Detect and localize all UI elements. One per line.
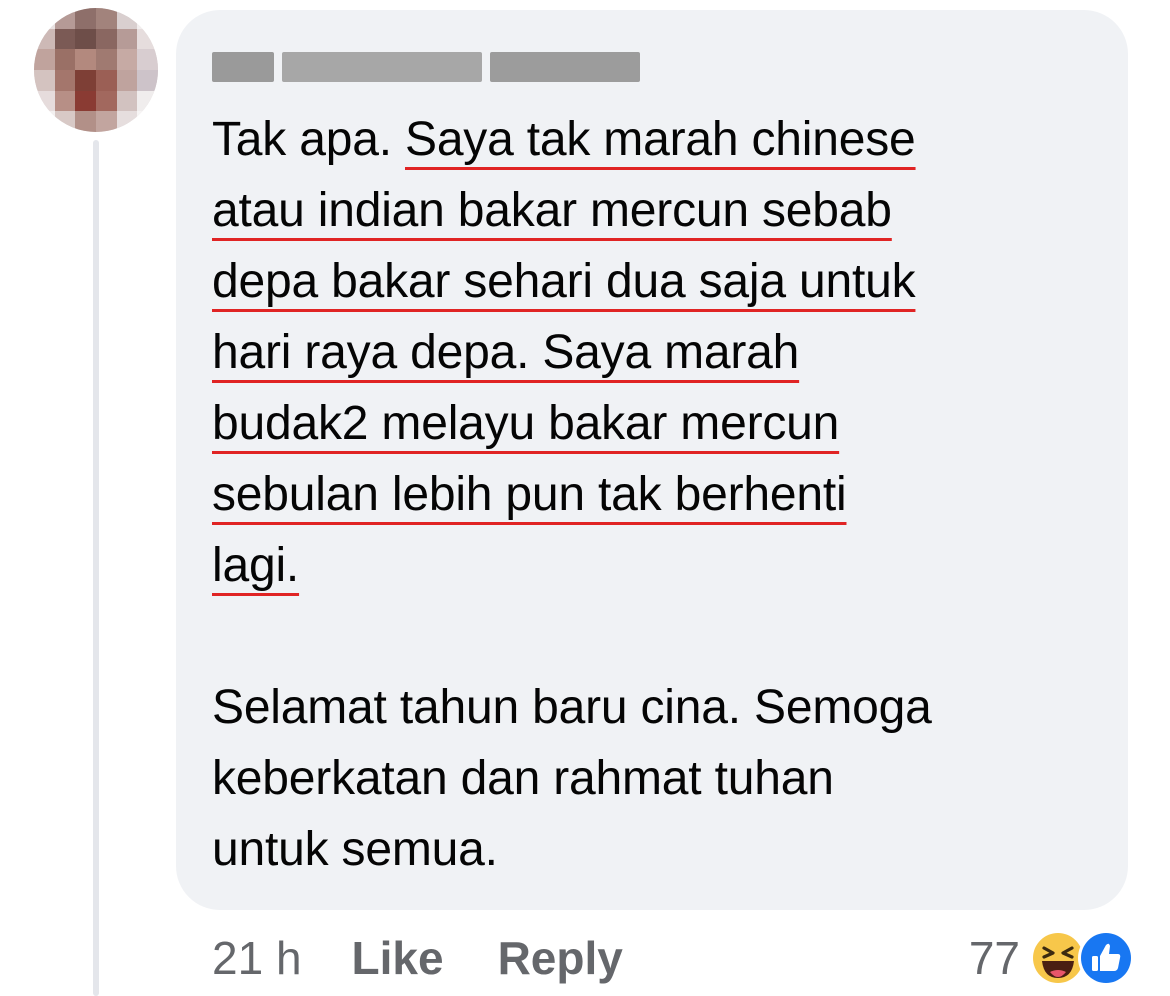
reactions-summary[interactable]: 77	[969, 926, 1136, 990]
underlined-text: atau indian bakar mercun sebab	[212, 184, 892, 237]
underlined-text: depa bakar sehari dua saja untuk	[212, 255, 916, 308]
comment-line: keberkatan dan rahmat tuhan	[212, 752, 834, 805]
author-name-blurred[interactable]	[212, 44, 648, 90]
like-icon	[1076, 928, 1136, 988]
comment-line: lagi.	[212, 530, 1112, 601]
avatar[interactable]	[34, 8, 158, 132]
underlined-text: budak2 melayu bakar mercun	[212, 397, 840, 450]
underlined-text: hari raya depa. Saya marah	[212, 326, 800, 379]
comment-line: Selamat tahun baru cina. Semoga	[212, 681, 932, 734]
reply-button[interactable]: Reply	[498, 931, 623, 985]
reaction-count: 77	[968, 932, 1020, 984]
comment-line: untuk semua.	[212, 823, 498, 876]
like-button[interactable]: Like	[352, 931, 444, 985]
comment-actions: 21 h Like Reply	[212, 926, 677, 990]
comment-text: Tak apa. Saya tak marah chinese atau ind…	[212, 104, 1112, 885]
comment-line: hari raya depa. Saya marah	[212, 317, 1112, 388]
comment-line: atau indian bakar mercun sebab	[212, 175, 1112, 246]
comment-line: sebulan lebih pun tak berhenti	[212, 459, 1112, 530]
comment-line: depa bakar sehari dua saja untuk	[212, 246, 1112, 317]
underlined-text: sebulan lebih pun tak berhenti	[212, 468, 847, 521]
thread-line	[93, 140, 99, 996]
reaction-icons	[1028, 928, 1136, 988]
timestamp[interactable]: 21 h	[212, 931, 302, 985]
comment-intro: Tak apa.	[212, 113, 392, 166]
comment-line: budak2 melayu bakar mercun	[212, 388, 1112, 459]
underlined-text: lagi.	[212, 539, 300, 592]
underlined-text: Saya tak marah chinese	[405, 113, 916, 166]
comment-line: Tak apa. Saya tak marah chinese	[212, 104, 1112, 175]
